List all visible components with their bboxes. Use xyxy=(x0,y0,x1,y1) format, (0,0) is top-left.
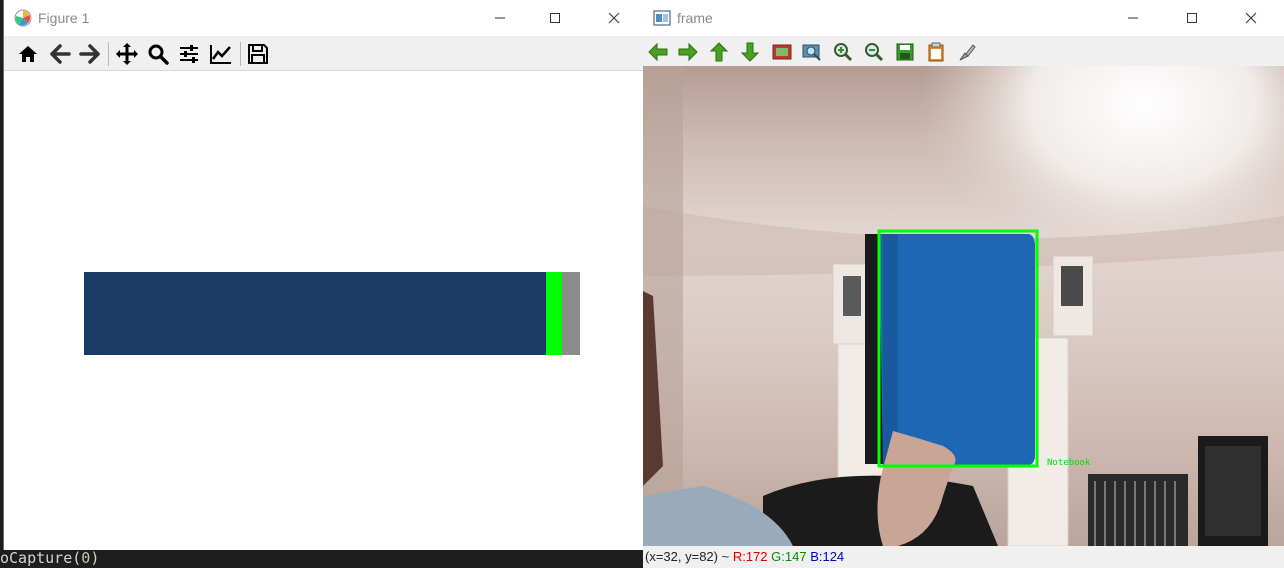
pan-up-icon xyxy=(709,42,729,62)
edit-axis-button[interactable] xyxy=(207,40,235,68)
detection-label: Notebook xyxy=(1047,458,1091,468)
home-button[interactable] xyxy=(14,40,42,68)
toolbar-separator xyxy=(240,42,241,66)
pixel-red-value: R:172 xyxy=(732,549,768,564)
pan-right-button[interactable] xyxy=(675,39,701,65)
window-title: frame xyxy=(677,10,713,26)
copy-clipboard-button[interactable] xyxy=(923,39,949,65)
matplotlib-logo-icon xyxy=(14,9,32,27)
camera-image xyxy=(643,66,1284,546)
zoom-image-icon xyxy=(802,44,821,61)
pan-right-icon xyxy=(678,42,698,62)
zoom-out-icon xyxy=(865,43,884,62)
figure-titlebar[interactable]: Figure 1 xyxy=(4,0,643,36)
close-button[interactable] xyxy=(1228,0,1274,36)
pan-left-button[interactable] xyxy=(645,39,671,65)
cursor-coords: (x=32, y=82) ~ xyxy=(645,549,733,564)
pan-down-icon xyxy=(740,42,760,62)
bar-segment-3 xyxy=(562,272,580,355)
zoom-image-button[interactable] xyxy=(799,39,825,65)
plot-canvas[interactable] xyxy=(4,71,643,550)
zoom-in-button[interactable] xyxy=(830,39,856,65)
forward-button[interactable] xyxy=(76,40,104,68)
save-figure-button[interactable] xyxy=(244,40,272,68)
bar-segment-1 xyxy=(84,272,547,355)
zoom-out-button[interactable] xyxy=(861,39,887,65)
status-bar: (x=32, y=82) ~ R:172 G:147 B:124 xyxy=(643,546,1284,568)
edit-axis-icon xyxy=(210,45,231,64)
pan-left-icon xyxy=(648,42,668,62)
zoom-fit-icon xyxy=(772,44,792,60)
minimize-icon xyxy=(495,17,505,19)
close-icon xyxy=(608,12,620,24)
zoom-in-icon xyxy=(834,43,853,62)
save-icon xyxy=(248,44,268,64)
frame-window: frame Notebook (x=32, y=82) ~ R:172 G:14… xyxy=(643,0,1284,568)
close-icon xyxy=(1245,12,1257,24)
save-image-icon xyxy=(896,43,914,61)
image-toolbar xyxy=(643,36,1284,66)
pan-icon xyxy=(116,43,138,65)
save-image-button[interactable] xyxy=(892,39,918,65)
minimize-button[interactable] xyxy=(1110,0,1156,36)
back-arrow-icon xyxy=(50,44,71,64)
figure-window: Figure 1 xyxy=(3,0,643,550)
properties-icon xyxy=(959,44,976,61)
window-title: Figure 1 xyxy=(38,10,90,26)
camera-frame[interactable]: Notebook xyxy=(643,66,1284,546)
configure-subplots-button[interactable] xyxy=(175,40,203,68)
zoom-button[interactable] xyxy=(144,40,172,68)
frame-titlebar[interactable]: frame xyxy=(643,0,1284,36)
minimize-icon xyxy=(1128,17,1138,19)
pan-button[interactable] xyxy=(113,40,141,68)
opencv-window-icon xyxy=(653,10,671,26)
maximize-button[interactable] xyxy=(532,0,578,36)
toolbar-separator xyxy=(108,42,109,66)
pan-up-button[interactable] xyxy=(706,39,732,65)
home-icon xyxy=(19,46,37,62)
properties-button[interactable] xyxy=(954,39,980,65)
pixel-blue-value: B:124 xyxy=(810,549,845,564)
zoom-icon xyxy=(148,44,169,65)
navigation-toolbar xyxy=(4,36,643,71)
bar-segment-2 xyxy=(546,272,563,355)
pan-down-button[interactable] xyxy=(737,39,763,65)
pixel-green-value: G:147 xyxy=(771,549,807,564)
maximize-icon xyxy=(550,13,560,23)
code-editor-line[interactable]: oCapture(0) xyxy=(0,548,642,568)
minimize-button[interactable] xyxy=(477,0,523,36)
forward-arrow-icon xyxy=(79,44,100,64)
configure-subplots-icon xyxy=(180,45,198,63)
zoom-fit-button[interactable] xyxy=(769,39,795,65)
maximize-icon xyxy=(1187,13,1197,23)
back-button[interactable] xyxy=(46,40,74,68)
copy-clipboard-icon xyxy=(928,42,944,62)
maximize-button[interactable] xyxy=(1169,0,1215,36)
close-button[interactable] xyxy=(591,0,637,36)
